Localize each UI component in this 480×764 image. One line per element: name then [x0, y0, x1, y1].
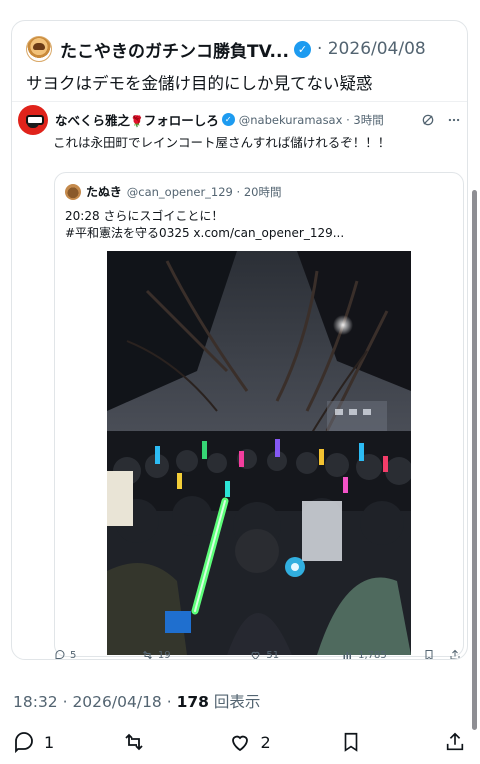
verified-badge-icon: ✓	[221, 113, 235, 126]
like-count: 2	[260, 732, 271, 752]
author-name[interactable]: たこやきのガチンコ勝負TV...	[60, 37, 289, 62]
quote-like-button[interactable]: 51	[249, 649, 342, 660]
views-count: 178	[176, 693, 209, 711]
quote-repost-count: 19	[157, 649, 171, 660]
bookmark-icon	[344, 732, 358, 752]
quote-like-count: 51	[266, 649, 280, 660]
quote-text: これは永田町でレインコート屋さんすれば儲けれるぞ！！！	[53, 135, 391, 150]
quote-tools	[421, 113, 461, 127]
page-scrollbar[interactable]	[472, 190, 477, 730]
rose-icon: 🌹	[130, 115, 144, 128]
views-label: 回表示	[208, 693, 261, 711]
repost-button[interactable]	[121, 730, 228, 754]
bookmark-icon[interactable]	[423, 649, 435, 660]
nested-author-name[interactable]: たぬき	[86, 183, 122, 200]
avatar[interactable]	[65, 183, 81, 200]
verified-badge-icon: ✓	[293, 40, 311, 58]
like-icon	[251, 651, 260, 659]
reply-icon	[55, 650, 65, 659]
nested-quote-post[interactable]: たぬき @can_opener_129 · 20時間 20:28 さらにスゴイこ…	[54, 172, 464, 657]
post-timestamp[interactable]: 18:32 · 2026/04/18 ·	[13, 693, 177, 711]
quote-right-actions	[423, 649, 461, 660]
more-icon[interactable]	[447, 113, 461, 127]
quote-reply-count: 5	[70, 649, 77, 660]
quote-handle-time[interactable]: @nabekuramasax · 3時間	[239, 112, 384, 128]
quote-action-bar: 5 19 51 1,785	[12, 641, 467, 660]
repost-icon	[142, 650, 152, 659]
nested-text-line2[interactable]: #平和憲法を守る0325 x.com/can_opener_129...	[65, 225, 453, 242]
reply-icon	[15, 732, 33, 754]
quote-author-name[interactable]: なべくら雅之🌹フォローしろ	[55, 110, 219, 129]
quoted-post-card[interactable]: たこやきのガチンコ勝負TV... ✓ · 2026/04/08 サヨクはデモを金…	[11, 20, 468, 660]
like-icon	[232, 735, 249, 752]
nested-quote-text: 20:28 さらにスゴイことに！ #平和憲法を守る0325 x.com/can_…	[55, 200, 463, 243]
post-meta: 18:32 · 2026/04/18 · 178 回表示	[13, 690, 260, 712]
share-icon[interactable]	[449, 649, 461, 660]
share-button[interactable]	[444, 730, 466, 754]
quote-reply-button[interactable]: 5	[54, 649, 141, 660]
quote-views-count: 1,785	[358, 649, 387, 660]
bookmark-button[interactable]	[340, 730, 444, 754]
repost-icon	[125, 733, 143, 751]
quote-repost-button[interactable]: 19	[141, 649, 250, 660]
views-icon	[343, 652, 352, 659]
nested-quote-header: たぬき @can_opener_129 · 20時間	[55, 173, 463, 200]
share-icon	[446, 732, 464, 751]
post-header: たこやきのガチンコ勝負TV... ✓ · 2026/04/08	[12, 21, 467, 62]
quote-header: なべくら雅之🌹フォローしろ ✓ @nabekuramasax · 3時間	[12, 102, 467, 135]
avatar[interactable]	[18, 104, 48, 135]
post-date[interactable]: · 2026/04/08	[317, 39, 426, 59]
nested-handle-time[interactable]: @can_opener_129 · 20時間	[127, 184, 282, 200]
post-text: サヨクはデモを金儲け目的にしか見てない疑惑	[26, 74, 373, 93]
protest-photo[interactable]	[107, 251, 411, 655]
reply-button[interactable]: 1	[12, 730, 121, 754]
like-button[interactable]: 2	[228, 730, 339, 754]
quote-post[interactable]: なべくら雅之🌹フォローしろ ✓ @nabekuramasax · 3時間 これは…	[12, 101, 467, 659]
quote-views-button[interactable]: 1,785	[342, 649, 423, 660]
protest-photo-image	[107, 251, 411, 655]
nested-text-line1: 20:28 さらにスゴイことに！	[65, 209, 224, 223]
reply-count: 1	[44, 732, 55, 752]
avatar[interactable]	[26, 36, 52, 62]
quote-author-name-a: なべくら雅之	[55, 113, 131, 128]
grok-icon[interactable]	[421, 113, 435, 127]
post-action-bar: 1 2	[0, 726, 480, 758]
quote-author-name-b: フォローしろ	[143, 113, 219, 128]
